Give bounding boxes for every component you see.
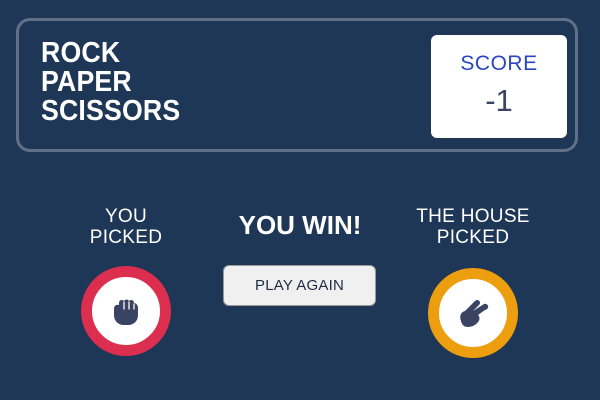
title-line-paper: PAPER [41, 66, 132, 98]
scissors-hand-icon [460, 299, 489, 327]
score-box: SCORE -1 [431, 35, 567, 138]
play-again-button[interactable]: PLAY AGAIN [223, 265, 376, 306]
house-picked-label-line-1: THE HOUSE [416, 206, 530, 227]
header-panel: ROCK PAPER SCISSORS SCORE -1 [16, 18, 578, 152]
house-picked-label: THE HOUSE PICKED [393, 206, 553, 248]
title-line-rock: ROCK [41, 37, 121, 69]
result-text: YOU WIN! [238, 210, 362, 240]
house-picked-label-line-2: PICKED [436, 227, 510, 248]
rock-fist-icon [114, 299, 138, 325]
score-label: SCORE [460, 52, 538, 75]
player-picked-label: YOU PICKED [66, 206, 186, 248]
house-pick-scissors-token [428, 268, 518, 358]
game-title: ROCK PAPER SCISSORS [41, 39, 180, 126]
score-value: -1 [485, 83, 513, 118]
player-picked-label-line-1: YOU [104, 206, 148, 227]
player-picked-label-line-2: PICKED [89, 227, 163, 248]
player-pick-rock-token [81, 266, 171, 356]
title-line-scissors: SCISSORS [41, 95, 181, 127]
